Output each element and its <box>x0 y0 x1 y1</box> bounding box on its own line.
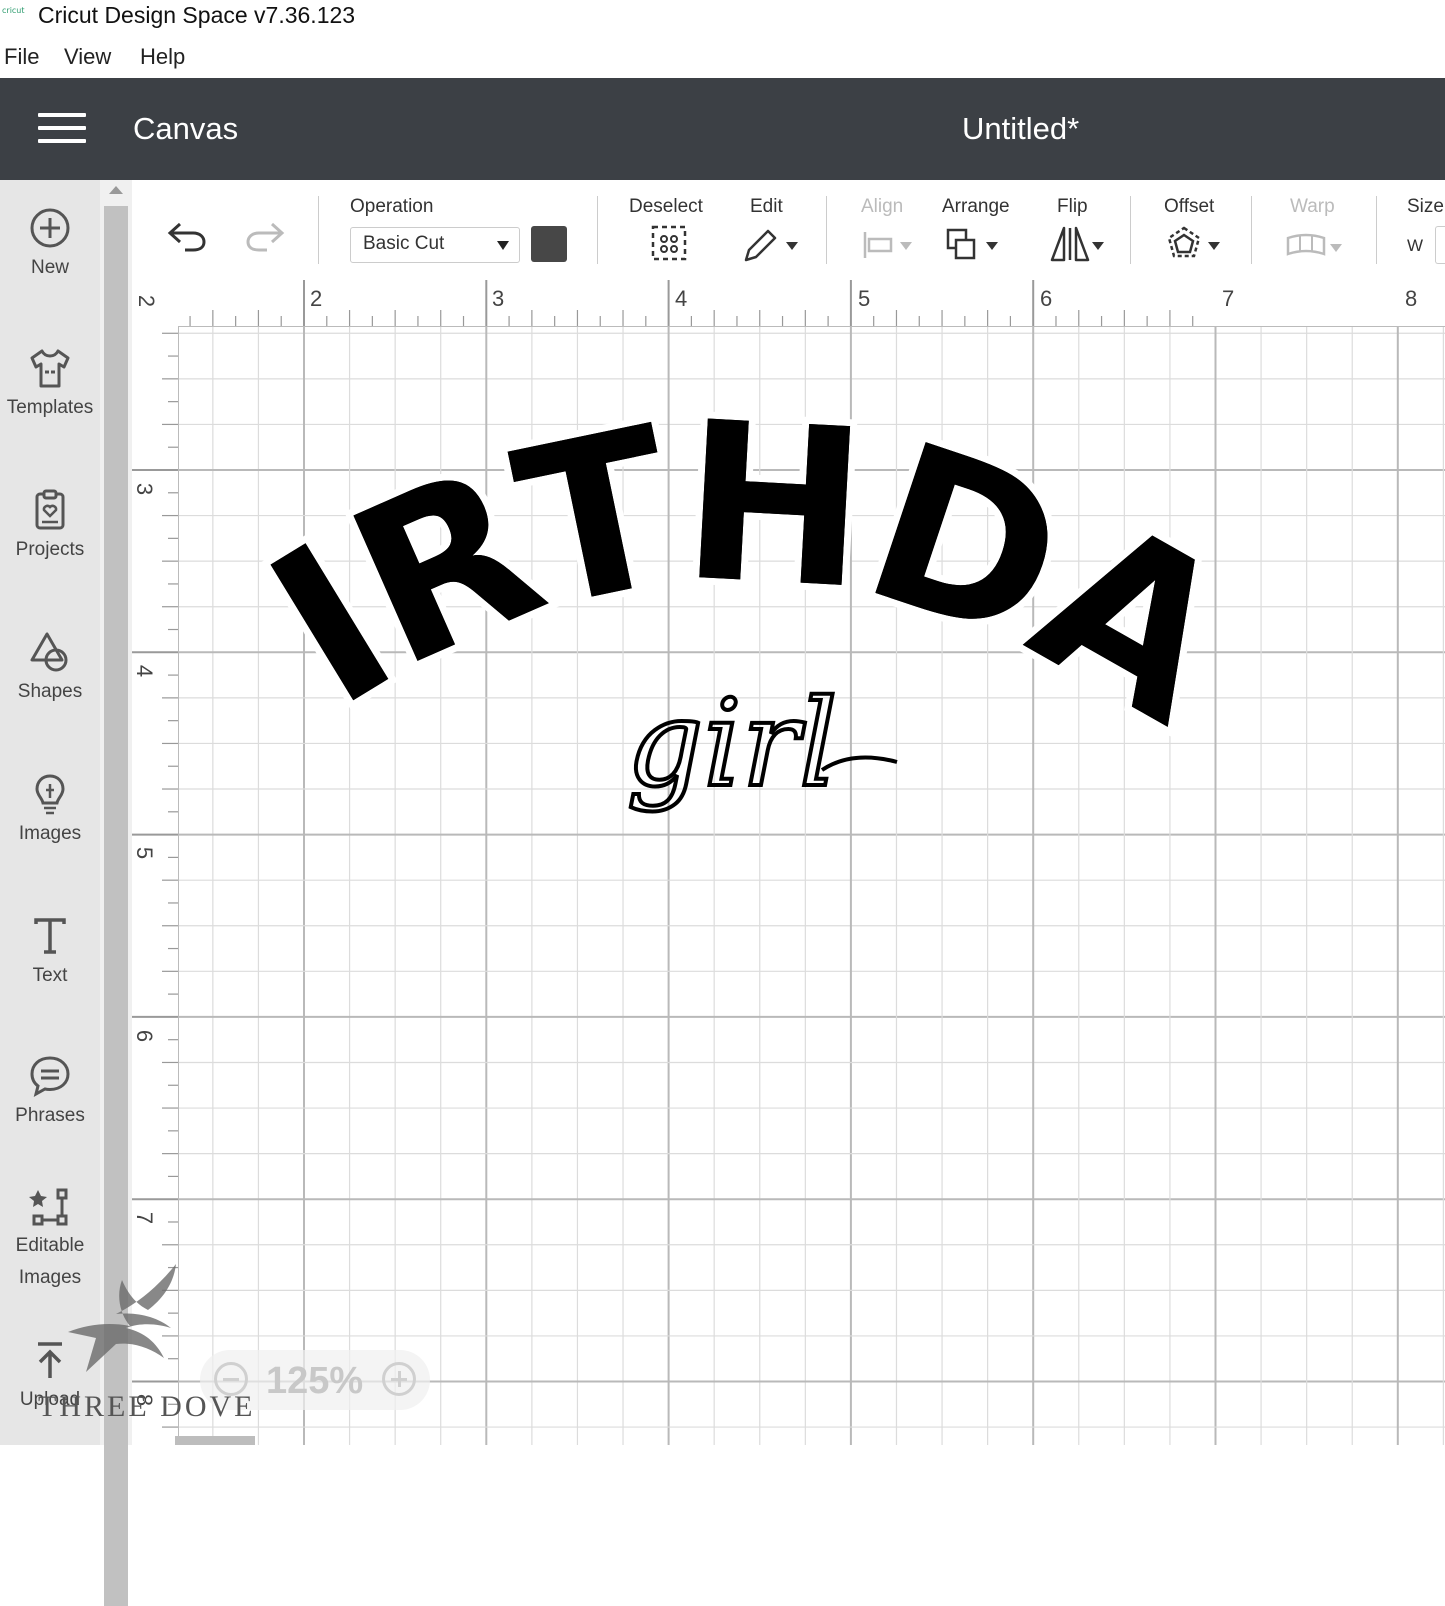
sidebar-item-new[interactable]: New <box>0 206 100 284</box>
sidebar-item-templates[interactable]: Templates <box>0 346 100 424</box>
plus-circle-icon <box>30 208 70 248</box>
text-icon <box>34 918 66 954</box>
window-title: Cricut Design Space v7.36.123 <box>38 2 356 28</box>
section-title: Canvas <box>133 111 239 146</box>
window-titlebar: cricut Cricut Design Space v7.36.123 <box>0 0 1445 34</box>
cricut-app-icon: cricut <box>2 6 25 15</box>
document-title[interactable]: Untitled* <box>962 111 1079 147</box>
arrange-icon[interactable] <box>944 224 1004 264</box>
size-width-input[interactable] <box>1435 226 1445 264</box>
operation-value: Basic Cut <box>363 233 445 254</box>
sidebar-label: New <box>30 257 69 278</box>
flip-icon[interactable] <box>1048 224 1108 264</box>
warp-label: Warp <box>1290 196 1335 217</box>
size-width-label: W <box>1407 236 1424 255</box>
operation-label: Operation <box>350 196 434 217</box>
menu-view[interactable]: View <box>64 44 111 70</box>
edit-pencil-icon[interactable] <box>742 224 800 264</box>
operation-dropdown[interactable]: Basic Cut <box>350 227 520 263</box>
sidebar-label: Phrases <box>15 1105 85 1126</box>
flip-label: Flip <box>1057 196 1088 217</box>
sidebar-item-text[interactable]: Text <box>0 914 100 992</box>
sidebar-label: Images <box>18 823 82 844</box>
edit-toolbar: Operation Basic Cut Deselect Edit Align … <box>132 180 1445 280</box>
sidebar-label: Shapes <box>17 681 83 702</box>
hamburger-menu-icon[interactable] <box>38 113 86 145</box>
toolbar-divider <box>597 196 598 264</box>
sidebar-item-shapes[interactable]: Shapes <box>0 630 100 708</box>
sidebar-item-phrases[interactable]: Phrases <box>0 1054 100 1132</box>
undo-icon[interactable] <box>166 216 210 252</box>
sidebar-label: Projects <box>15 539 85 560</box>
project-icon <box>35 489 65 530</box>
lightbulb-icon <box>35 774 65 815</box>
align-icon[interactable] <box>860 224 918 264</box>
birthday-design[interactable]: BIRTHDAY BIRTHDAY girl <box>132 280 1445 1445</box>
zoom-level: 125% <box>266 1360 364 1402</box>
deselect-icon[interactable] <box>650 224 688 262</box>
sidebar-scrollbar[interactable] <box>100 180 132 1606</box>
dove-watermark-logo <box>68 1264 176 1372</box>
app-header: Canvas Untitled* <box>0 78 1445 180</box>
toolbar-divider <box>826 196 827 264</box>
redo-icon[interactable] <box>242 216 286 252</box>
arrange-label: Arrange <box>942 196 1010 217</box>
sidebar-label: Text <box>32 965 68 986</box>
sidebar-item-images[interactable]: Images <box>0 772 100 850</box>
edit-label: Edit <box>750 196 783 217</box>
deselect-label: Deselect <box>629 196 703 217</box>
speech-bubble-icon <box>30 1056 70 1097</box>
size-label: Size <box>1407 196 1444 217</box>
tshirt-icon <box>30 349 70 388</box>
sidebar-label: Templates <box>6 397 94 418</box>
menu-file[interactable]: File <box>4 44 39 70</box>
menu-help[interactable]: Help <box>140 44 185 70</box>
horizontal-scroll-thumb[interactable] <box>175 1436 255 1445</box>
warp-icon[interactable] <box>1284 224 1346 264</box>
zoom-in-button[interactable] <box>382 1362 416 1396</box>
design-canvas[interactable]: 2 2 3 4 5 6 7 8 3 4 5 6 7 8 BIRTHDAY BIR… <box>132 280 1445 1445</box>
three-dove-watermark: THREE DOVE <box>38 1390 256 1423</box>
offset-label: Offset <box>1164 196 1215 217</box>
toolbar-divider <box>1251 196 1252 264</box>
operation-color-swatch[interactable] <box>531 226 567 262</box>
chevron-down-icon <box>497 241 509 250</box>
toolbar-divider <box>1130 196 1131 264</box>
toolbar-divider <box>1376 196 1377 264</box>
menu-bar: File View Help <box>0 38 1445 78</box>
scroll-up-arrow-icon[interactable] <box>109 186 123 194</box>
toolbar-divider <box>318 196 319 264</box>
sidebar-item-projects[interactable]: Projects <box>0 488 100 566</box>
design-panel-sidebar: New Templates Projects Shapes Images Tex… <box>0 180 100 1445</box>
girl-script-text[interactable]: girl <box>625 673 840 816</box>
offset-icon[interactable] <box>1164 224 1224 266</box>
align-label: Align <box>861 196 904 217</box>
editable-images-icon <box>29 1188 68 1226</box>
shapes-icon <box>30 632 68 672</box>
